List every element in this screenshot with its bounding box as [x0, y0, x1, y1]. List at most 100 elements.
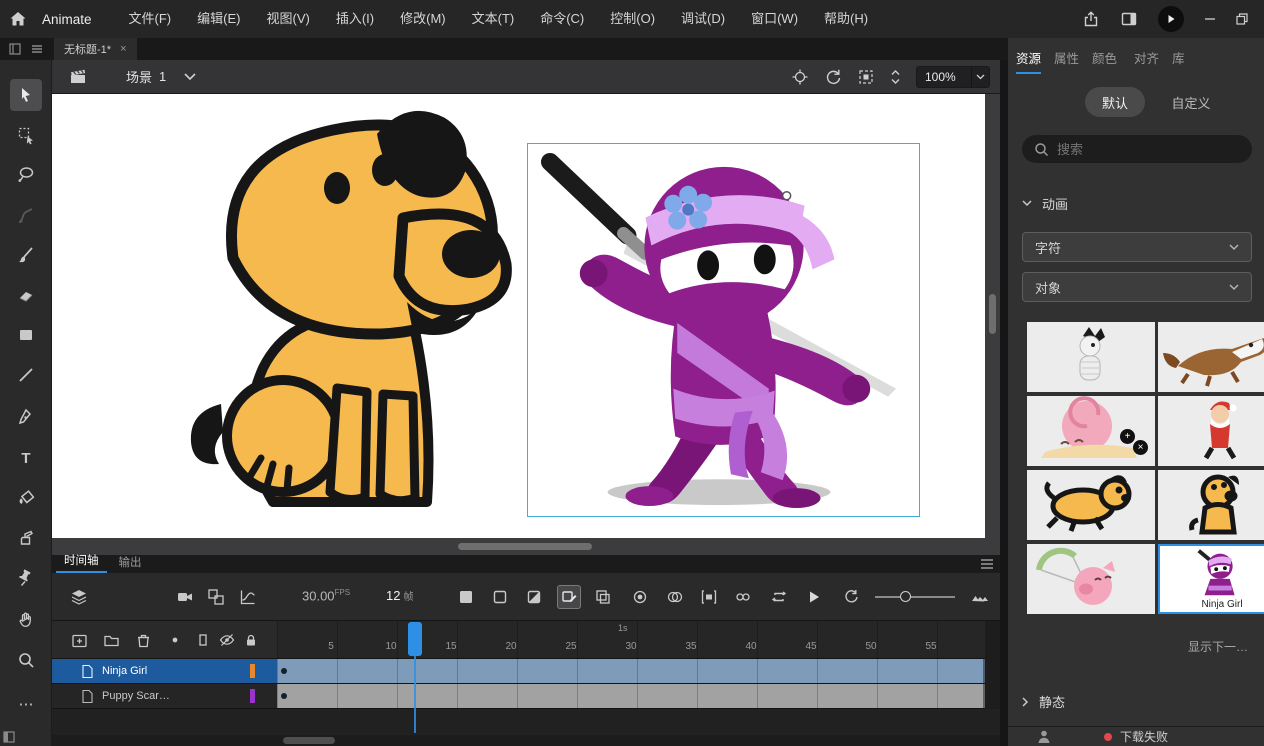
rotate-tool-icon[interactable]: [824, 68, 842, 86]
brush-tool[interactable]: [10, 239, 42, 271]
keyframe-dot[interactable]: [281, 693, 287, 699]
person-icon[interactable]: [1036, 729, 1052, 745]
tab-properties[interactable]: 属性: [1054, 48, 1079, 72]
line-tool[interactable]: [10, 359, 42, 391]
current-frame-display[interactable]: 12帧: [386, 588, 413, 603]
delete-layer-button[interactable]: [131, 628, 155, 652]
close-tab-icon[interactable]: ×: [120, 43, 126, 55]
loop-playback-button[interactable]: [767, 585, 791, 609]
tab-assets[interactable]: 资源: [1016, 48, 1041, 74]
frame-row-puppy[interactable]: [277, 684, 985, 709]
tab-list-icon[interactable]: [30, 42, 44, 56]
minimize-window-icon[interactable]: [1204, 13, 1216, 25]
tab-library[interactable]: 库: [1172, 48, 1185, 72]
static-section-header[interactable]: 静态: [1022, 692, 1065, 711]
selection-bounding-box[interactable]: [527, 143, 920, 517]
asset-thumb-puppy-sitting[interactable]: [1158, 470, 1264, 540]
menu-item-edit[interactable]: 编辑(E): [184, 0, 253, 38]
scene-chevron-down-icon[interactable]: [184, 73, 196, 81]
timeline-scroll-thumb[interactable]: [283, 737, 335, 744]
rewind-button[interactable]: [839, 585, 863, 609]
menu-item-control[interactable]: 控制(O): [597, 0, 668, 38]
tab-color[interactable]: 颜色: [1092, 48, 1117, 72]
onion-anchor-button[interactable]: [731, 585, 755, 609]
auto-keyframe-button[interactable]: [557, 585, 581, 609]
restore-window-icon[interactable]: [1236, 13, 1248, 25]
hide-layers-button[interactable]: [215, 628, 239, 652]
delete-frame-button[interactable]: [591, 585, 615, 609]
layer-color-swatch[interactable]: [250, 689, 255, 703]
stage-vertical-scrollbar[interactable]: [985, 94, 1000, 538]
test-movie-button[interactable]: [1158, 6, 1184, 32]
camera-button[interactable]: [173, 585, 197, 609]
rectangle-tool[interactable]: [10, 319, 42, 351]
highlight-layers-button[interactable]: [163, 628, 187, 652]
selection-tool[interactable]: [10, 79, 42, 111]
zoom-stepper-icon[interactable]: [890, 68, 901, 86]
frame-size-button[interactable]: [968, 585, 992, 609]
share-icon[interactable]: [1082, 10, 1100, 28]
search-input[interactable]: [1057, 142, 1227, 157]
tab-timeline[interactable]: 时间轴: [56, 552, 107, 573]
frame-span[interactable]: [277, 659, 985, 683]
layer-row-ninja-girl[interactable]: Ninja Girl: [52, 659, 277, 684]
collapse-panel-icon[interactable]: [3, 731, 15, 743]
center-stage-icon[interactable]: [791, 68, 809, 86]
keyframe-dot[interactable]: [281, 668, 287, 674]
ink-bottle-tool[interactable]: [10, 522, 42, 554]
paint-bucket-tool[interactable]: [10, 482, 42, 514]
asset-warp-pin-tool[interactable]: [10, 562, 42, 594]
menu-item-help[interactable]: 帮助(H): [811, 0, 881, 38]
insert-frame-button[interactable]: [454, 585, 478, 609]
insert-blank-keyframe-button[interactable]: [488, 585, 512, 609]
panel-menu-icon[interactable]: [980, 558, 994, 570]
menu-item-insert[interactable]: 插入(I): [323, 0, 387, 38]
graph-editor-button[interactable]: [236, 585, 260, 609]
stage-horizontal-scrollbar[interactable]: [52, 538, 1000, 555]
menu-item-debug[interactable]: 调试(D): [668, 0, 738, 38]
menu-item-window[interactable]: 窗口(W): [738, 0, 811, 38]
insert-keyframe-button[interactable]: [522, 585, 546, 609]
asset-thumb-wolf[interactable]: [1158, 322, 1264, 392]
asset-thumb-ninja-girl[interactable]: Ninja Girl: [1158, 544, 1264, 614]
home-button[interactable]: [0, 0, 36, 38]
asset-thumb-puppy-running[interactable]: [1027, 470, 1155, 540]
asset-thumb-mummy[interactable]: [1027, 322, 1155, 392]
menu-item-text[interactable]: 文本(T): [459, 0, 528, 38]
lock-layers-button[interactable]: [239, 628, 263, 652]
text-tool[interactable]: T: [10, 442, 42, 474]
asset-thumb-santa[interactable]: [1158, 396, 1264, 466]
menu-item-file[interactable]: 文件(F): [116, 0, 185, 38]
document-tab[interactable]: 无标题-1* ×: [54, 38, 137, 60]
play-button[interactable]: [802, 585, 826, 609]
eraser-tool[interactable]: [10, 279, 42, 311]
tab-output[interactable]: 输出: [111, 554, 150, 573]
frame-row-ninja-girl[interactable]: [277, 659, 985, 684]
close-badge-icon[interactable]: ×: [1133, 440, 1148, 455]
stage-ninja-artwork[interactable]: [528, 144, 919, 516]
zoom-tool[interactable]: [10, 644, 42, 676]
vertical-scroll-thumb[interactable]: [989, 294, 996, 334]
pen-tool[interactable]: [10, 401, 42, 433]
menu-item-commands[interactable]: 命令(C): [527, 0, 597, 38]
timeline-scrollbar[interactable]: [52, 735, 1000, 746]
asset-thumb-pig-parachute[interactable]: [1027, 544, 1155, 614]
clip-content-icon[interactable]: [857, 68, 875, 86]
tab-align[interactable]: 对齐: [1134, 48, 1159, 72]
outline-layers-button[interactable]: [191, 628, 215, 652]
object-filter-dropdown[interactable]: 对象: [1022, 272, 1252, 302]
edit-multiple-frames-button[interactable]: [697, 585, 721, 609]
lasso-tool[interactable]: [10, 159, 42, 191]
character-filter-dropdown[interactable]: 字符: [1022, 232, 1252, 262]
layer-row-puppy[interactable]: Puppy Scar…: [52, 684, 277, 709]
stage-puppy-artwork[interactable]: [175, 106, 515, 511]
free-transform-tool[interactable]: [10, 119, 42, 151]
layer-view-button[interactable]: [67, 585, 91, 609]
timeline-zoom-slider-track[interactable]: [875, 596, 955, 598]
stage-canvas[interactable]: [52, 94, 985, 538]
onion-skin-button[interactable]: [628, 585, 652, 609]
playhead[interactable]: [408, 622, 422, 656]
show-more-link[interactable]: 显示下一…: [1188, 638, 1248, 655]
mode-custom-button[interactable]: 自定义: [1153, 87, 1229, 117]
dock-panel-icon[interactable]: [8, 42, 22, 56]
